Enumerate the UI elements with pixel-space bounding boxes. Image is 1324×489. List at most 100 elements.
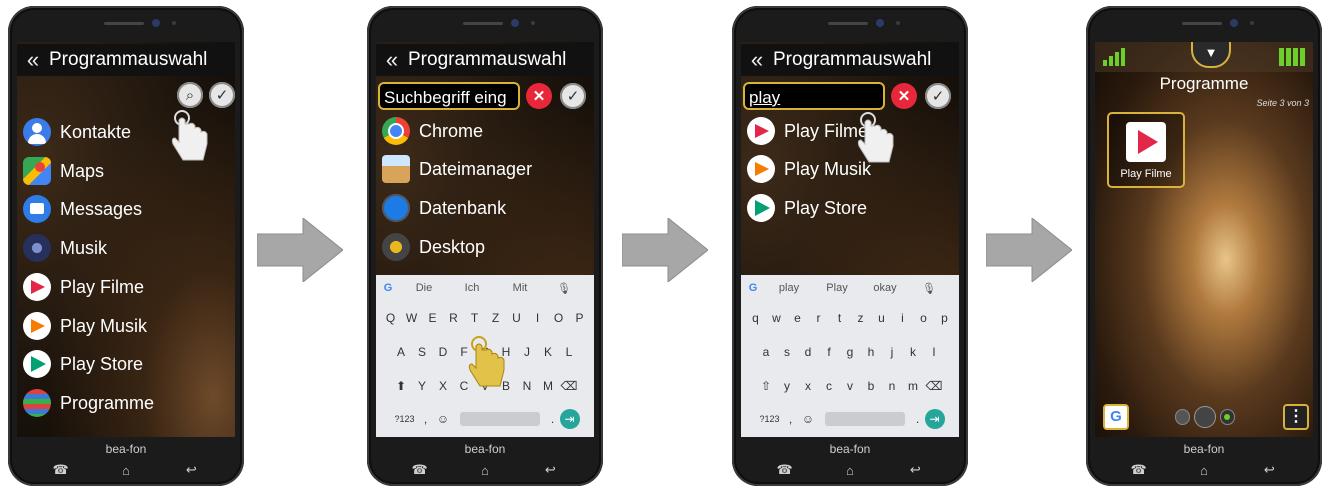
key[interactable]: e bbox=[787, 311, 808, 325]
symbols-key[interactable]: ?123 bbox=[756, 414, 784, 424]
page-dot[interactable] bbox=[1175, 409, 1191, 425]
space-bar[interactable] bbox=[824, 412, 905, 426]
emoji-key-icon[interactable]: ☺ bbox=[798, 412, 819, 426]
app-item-datenbank[interactable]: Datenbank bbox=[382, 191, 506, 225]
key[interactable]: J bbox=[517, 345, 538, 359]
back-nav-icon[interactable]: ↩ bbox=[895, 462, 935, 478]
suggestion[interactable]: okay bbox=[861, 282, 909, 294]
key[interactable]: P bbox=[569, 311, 590, 325]
backspace-key-icon[interactable]: ⌫ bbox=[559, 379, 580, 393]
menu-button[interactable]: ⋮ bbox=[1283, 404, 1309, 430]
key[interactable]: U bbox=[506, 311, 527, 325]
emoji-key-icon[interactable]: ☺ bbox=[433, 412, 454, 426]
google-icon[interactable]: G bbox=[376, 282, 400, 294]
shift-key-icon[interactable]: ⬆ bbox=[391, 379, 412, 393]
app-item-play-musik[interactable]: Play Musik bbox=[23, 309, 147, 343]
app-item-maps[interactable]: Maps bbox=[23, 154, 104, 188]
suggestion[interactable]: Mit bbox=[496, 282, 544, 294]
home-icon[interactable]: ⌂ bbox=[830, 463, 870, 478]
app-item-messages[interactable]: Messages bbox=[23, 192, 142, 226]
page-dot[interactable] bbox=[1194, 406, 1216, 428]
key[interactable]: I bbox=[527, 311, 548, 325]
key[interactable]: M bbox=[538, 379, 559, 393]
app-item-musik[interactable]: Musik bbox=[23, 231, 107, 265]
app-item-programme[interactable]: Programme bbox=[23, 386, 154, 420]
key[interactable]: N bbox=[517, 379, 538, 393]
enter-key-icon[interactable]: ⇥ bbox=[559, 409, 580, 429]
app-item-play-store[interactable]: Play Store bbox=[747, 191, 867, 225]
key[interactable]: u bbox=[871, 311, 892, 325]
shift-key-icon[interactable]: ⇧ bbox=[756, 379, 777, 393]
suggestion[interactable]: Ich bbox=[448, 282, 496, 294]
app-item-desktop[interactable]: Desktop bbox=[382, 230, 485, 264]
app-item-chrome[interactable]: Chrome bbox=[382, 114, 483, 148]
back-nav-icon[interactable]: ↩ bbox=[171, 462, 211, 478]
app-item-dateimanager[interactable]: Dateimanager bbox=[382, 152, 532, 186]
key[interactable]: t bbox=[829, 311, 850, 325]
key[interactable]: r bbox=[808, 311, 829, 325]
app-item-kontakte[interactable]: Kontakte bbox=[23, 115, 131, 149]
key[interactable]: v bbox=[840, 379, 861, 393]
microphone-icon[interactable]: 🎙 bbox=[544, 282, 584, 295]
comma-key[interactable]: , bbox=[419, 412, 433, 426]
key[interactable]: p bbox=[934, 311, 955, 325]
phone-icon[interactable]: ☎ bbox=[400, 462, 440, 478]
key[interactable]: X bbox=[433, 379, 454, 393]
key[interactable]: Y bbox=[412, 379, 433, 393]
key[interactable]: l bbox=[924, 345, 945, 359]
back-nav-icon[interactable]: ↩ bbox=[530, 462, 570, 478]
backspace-key-icon[interactable]: ⌫ bbox=[924, 379, 945, 393]
key[interactable]: s bbox=[777, 345, 798, 359]
suggestion[interactable]: Die bbox=[400, 282, 448, 294]
microphone-icon[interactable]: 🎙 bbox=[909, 282, 949, 295]
back-icon[interactable]: « bbox=[17, 47, 49, 73]
clear-button[interactable]: ✕ bbox=[891, 83, 917, 109]
key[interactable]: i bbox=[892, 311, 913, 325]
key[interactable]: f bbox=[819, 345, 840, 359]
key[interactable]: O bbox=[548, 311, 569, 325]
key[interactable]: n bbox=[882, 379, 903, 393]
comma-key[interactable]: , bbox=[784, 412, 798, 426]
key[interactable]: D bbox=[433, 345, 454, 359]
key[interactable]: g bbox=[840, 345, 861, 359]
key[interactable]: b bbox=[861, 379, 882, 393]
app-item-play-filme[interactable]: Play Filme bbox=[23, 270, 144, 304]
key[interactable]: w bbox=[766, 311, 787, 325]
google-icon[interactable]: G bbox=[741, 282, 765, 294]
key[interactable]: S bbox=[412, 345, 433, 359]
key[interactable]: c bbox=[819, 379, 840, 393]
confirm-button[interactable]: ✓ bbox=[560, 83, 586, 109]
app-tile-play-filme[interactable]: Play Filme bbox=[1107, 112, 1185, 188]
phone-icon[interactable]: ☎ bbox=[765, 462, 805, 478]
search-button[interactable]: ⌕ bbox=[177, 82, 203, 108]
phone-icon[interactable]: ☎ bbox=[1119, 462, 1159, 478]
back-icon[interactable]: « bbox=[376, 47, 408, 73]
key[interactable]: o bbox=[913, 311, 934, 325]
key[interactable]: h bbox=[861, 345, 882, 359]
home-icon[interactable]: ⌂ bbox=[465, 463, 505, 478]
google-search-button[interactable]: G bbox=[1103, 404, 1129, 430]
key[interactable]: z bbox=[850, 311, 871, 325]
key[interactable]: m bbox=[903, 379, 924, 393]
home-icon[interactable]: ⌂ bbox=[1184, 463, 1224, 478]
back-nav-icon[interactable]: ↩ bbox=[1249, 462, 1289, 478]
key[interactable]: x bbox=[798, 379, 819, 393]
page-dot-active[interactable] bbox=[1219, 409, 1236, 425]
enter-key-icon[interactable]: ⇥ bbox=[924, 409, 945, 429]
period-key[interactable]: . bbox=[546, 412, 560, 426]
key[interactable]: y bbox=[777, 379, 798, 393]
back-icon[interactable]: « bbox=[741, 47, 773, 73]
search-input[interactable]: Suchbegriff eing bbox=[378, 82, 520, 110]
app-item-play-store[interactable]: Play Store bbox=[23, 347, 143, 381]
key[interactable]: L bbox=[559, 345, 580, 359]
key[interactable]: Q bbox=[380, 311, 401, 325]
clear-button[interactable]: ✕ bbox=[526, 83, 552, 109]
app-item-play-filme[interactable]: Play Filme bbox=[747, 114, 868, 148]
key[interactable]: j bbox=[882, 345, 903, 359]
confirm-button[interactable]: ✓ bbox=[209, 82, 235, 108]
key[interactable]: E bbox=[422, 311, 443, 325]
key[interactable]: K bbox=[538, 345, 559, 359]
suggestion[interactable]: Play bbox=[813, 282, 861, 294]
home-icon[interactable]: ⌂ bbox=[106, 463, 146, 478]
suggestion[interactable]: play bbox=[765, 282, 813, 294]
